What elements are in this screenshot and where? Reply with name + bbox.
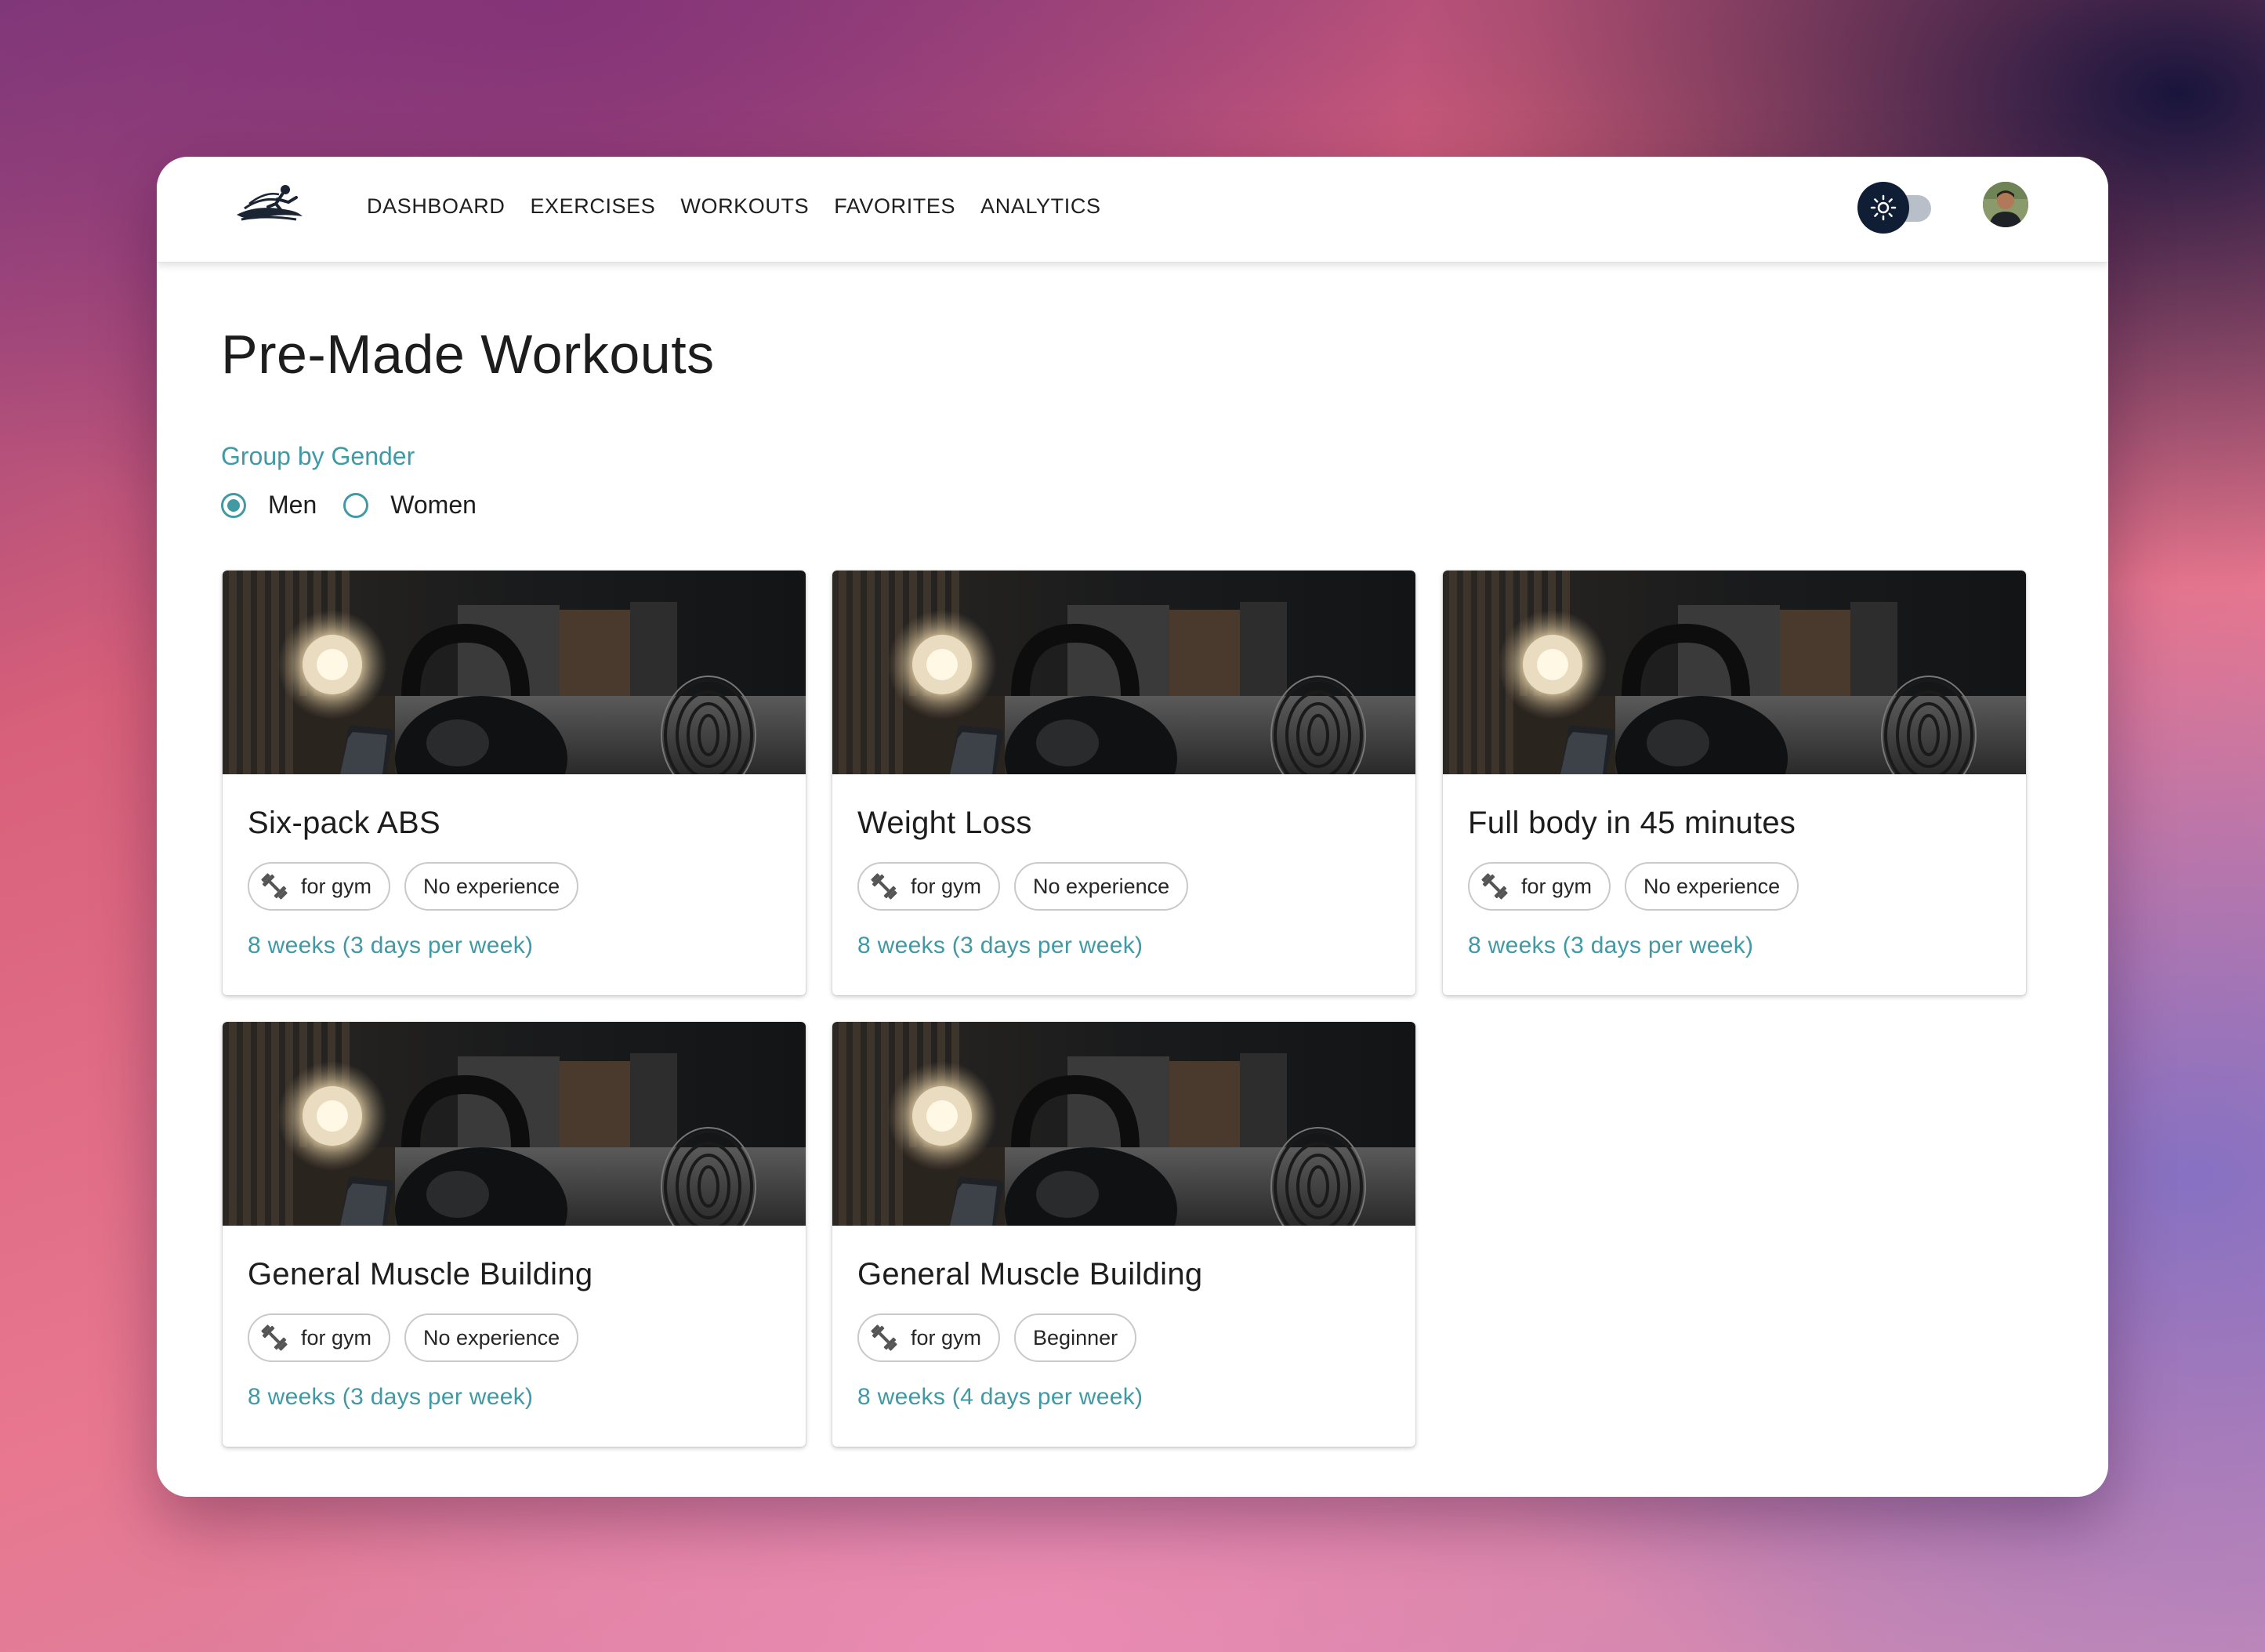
workout-card[interactable]: Weight Loss for gym No experience 8 week… (832, 571, 1415, 995)
workout-title: General Muscle Building (248, 1257, 593, 1292)
level-label: No experience (1033, 874, 1170, 898)
page-title: Pre-Made Workouts (221, 324, 715, 385)
workout-duration: 8 weeks (3 days per week) (248, 933, 534, 958)
level-chip: No experience (404, 1313, 579, 1362)
app-window: DASHBOARD EXERCISES WORKOUTS FAVORITES A… (157, 157, 2108, 1497)
top-navigation-bar: DASHBOARD EXERCISES WORKOUTS FAVORITES A… (157, 157, 2108, 263)
nav-favorites[interactable]: FAVORITES (834, 194, 955, 219)
level-label: Beginner (1033, 1325, 1118, 1349)
level-chip: No experience (404, 862, 579, 911)
nav-analytics[interactable]: ANALYTICS (980, 194, 1100, 219)
workout-image (832, 1022, 1415, 1226)
place-chip: for gym (248, 862, 391, 911)
main-nav: DASHBOARD EXERCISES WORKOUTS FAVORITES A… (367, 194, 1126, 219)
workout-tags: for gym Beginner (857, 1313, 1151, 1362)
workout-tags: for gym No experience (248, 1313, 593, 1362)
workout-card[interactable]: Six-pack ABS for gym No experience 8 wee… (223, 571, 806, 995)
place-label: for gym (1521, 874, 1593, 898)
avatar[interactable] (1983, 182, 2028, 227)
workout-tags: for gym No experience (857, 862, 1202, 911)
workout-image (1443, 571, 2026, 774)
workout-duration: 8 weeks (4 days per week) (857, 1384, 1143, 1410)
workout-tags: for gym No experience (248, 862, 593, 911)
gender-radio-group: Men Women (221, 491, 503, 520)
workout-card[interactable]: General Muscle Building for gym Beginner… (832, 1022, 1415, 1447)
dumbbell-icon (259, 871, 290, 902)
sun-icon (1857, 182, 1909, 234)
radio-label: Women (390, 491, 477, 519)
dumbbell-icon (868, 871, 900, 902)
workout-image (832, 571, 1415, 774)
place-label: for gym (301, 1325, 372, 1349)
level-label: No experience (1643, 874, 1781, 898)
workout-title: Six-pack ABS (248, 806, 440, 840)
workout-duration: 8 weeks (3 days per week) (1468, 933, 1754, 958)
level-chip: Beginner (1014, 1313, 1137, 1362)
place-label: for gym (911, 874, 982, 898)
dumbbell-icon (868, 1322, 900, 1353)
theme-toggle[interactable] (1857, 182, 1936, 234)
nav-workouts[interactable]: WORKOUTS (680, 194, 809, 219)
level-chip: No experience (1625, 862, 1799, 911)
group-by-label: Group by Gender (221, 442, 415, 470)
level-label: No experience (423, 1325, 560, 1349)
dumbbell-icon (259, 1322, 290, 1353)
radio-women[interactable]: Women (343, 491, 477, 520)
place-chip: for gym (857, 862, 1001, 911)
workout-duration: 8 weeks (3 days per week) (857, 933, 1143, 958)
level-chip: No experience (1014, 862, 1189, 911)
workout-title: Full body in 45 minutes (1468, 806, 1796, 840)
place-chip: for gym (857, 1313, 1001, 1362)
workout-tags: for gym No experience (1468, 862, 1813, 911)
level-label: No experience (423, 874, 560, 898)
workout-title: Weight Loss (857, 806, 1032, 840)
radio-men[interactable]: Men (221, 491, 317, 520)
place-chip: for gym (1468, 862, 1611, 911)
place-label: for gym (911, 1325, 982, 1349)
nav-dashboard[interactable]: DASHBOARD (367, 194, 505, 219)
place-chip: for gym (248, 1313, 391, 1362)
workout-image (223, 571, 806, 774)
dumbbell-icon (1479, 871, 1510, 902)
nav-exercises[interactable]: EXERCISES (530, 194, 655, 219)
workout-image (223, 1022, 806, 1226)
workout-title: General Muscle Building (857, 1257, 1203, 1292)
radio-unchecked-icon (343, 492, 369, 518)
workout-card[interactable]: Full body in 45 minutes for gym No exper… (1443, 571, 2026, 995)
radio-checked-icon (221, 492, 246, 518)
runner-logo-icon[interactable] (234, 180, 306, 226)
workout-duration: 8 weeks (3 days per week) (248, 1384, 534, 1410)
workout-card[interactable]: General Muscle Building for gym No exper… (223, 1022, 806, 1447)
radio-label: Men (268, 491, 317, 519)
place-label: for gym (301, 874, 372, 898)
